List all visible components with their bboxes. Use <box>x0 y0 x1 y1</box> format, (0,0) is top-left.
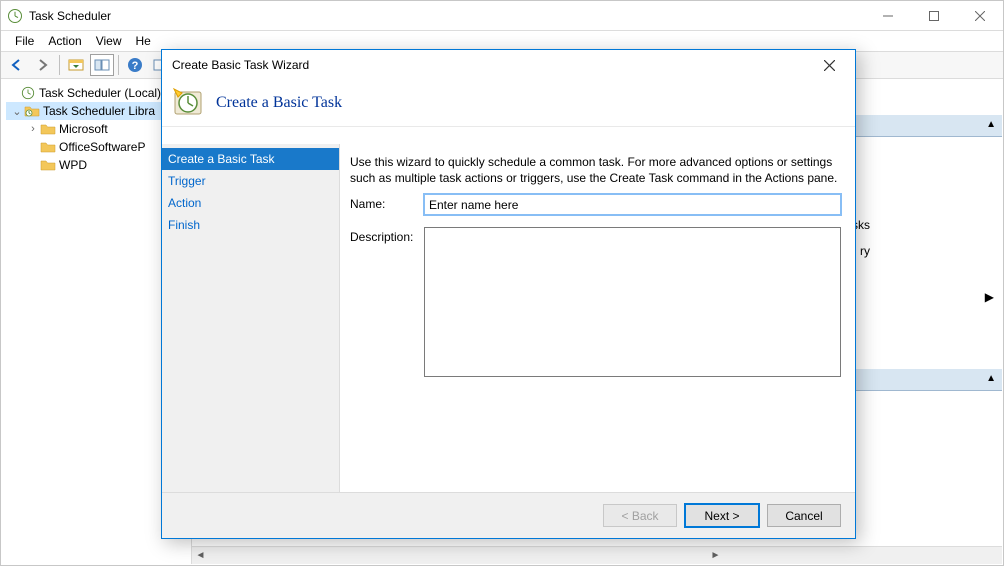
back-button: < Back <box>603 504 677 527</box>
menu-action[interactable]: Action <box>48 34 81 48</box>
library-folder-icon <box>24 103 40 119</box>
chevron-right-icon[interactable]: ▶ <box>985 290 994 304</box>
dialog-header: Create a Basic Task <box>162 80 855 126</box>
toolbar-show-hide-button[interactable] <box>64 54 88 76</box>
scroll-right-icon[interactable]: ► <box>707 547 724 564</box>
main-titlebar: Task Scheduler <box>1 1 1003 31</box>
menu-file[interactable]: File <box>15 34 34 48</box>
folder-icon <box>40 139 56 155</box>
step-action[interactable]: Action <box>162 192 339 214</box>
truncated-text: ry <box>860 244 870 258</box>
description-label: Description: <box>350 227 424 244</box>
menu-help[interactable]: He <box>136 34 151 48</box>
dialog-title: Create Basic Task Wizard <box>172 58 309 72</box>
expand-icon[interactable]: ⌄ <box>10 105 24 118</box>
horizontal-scrollbar[interactable]: ◄ ► <box>192 546 1002 564</box>
minimize-button[interactable] <box>865 1 911 31</box>
dialog-close-button[interactable] <box>809 51 849 79</box>
name-label: Name: <box>350 194 424 211</box>
tree-library-label: Task Scheduler Libra <box>43 104 155 118</box>
scroll-left-icon[interactable]: ◄ <box>192 547 209 564</box>
wizard-clock-icon <box>172 87 204 119</box>
step-trigger[interactable]: Trigger <box>162 170 339 192</box>
nav-back-button[interactable] <box>5 54 29 76</box>
close-button[interactable] <box>957 1 1003 31</box>
maximize-button[interactable] <box>911 1 957 31</box>
nav-forward-button[interactable] <box>31 54 55 76</box>
step-finish[interactable]: Finish <box>162 214 339 236</box>
chevron-up-icon: ▲ <box>986 119 996 130</box>
chevron-up-icon: ▲ <box>986 373 996 384</box>
actions-pane-subheader[interactable]: ▲ <box>847 369 1002 391</box>
toolbar-help-button[interactable]: ? <box>123 54 147 76</box>
tree-root-label: Task Scheduler (Local) <box>39 86 161 100</box>
folder-icon <box>40 157 56 173</box>
clock-icon <box>20 85 36 101</box>
wizard-intro-text: Use this wizard to quickly schedule a co… <box>350 154 841 186</box>
folder-icon <box>40 121 56 137</box>
dialog-footer: < Back Next > Cancel <box>162 492 855 538</box>
expand-icon[interactable]: › <box>26 123 40 135</box>
create-basic-task-wizard-dialog: Create Basic Task Wizard Create a Basic … <box>161 49 856 539</box>
wizard-form: Use this wizard to quickly schedule a co… <box>340 144 855 492</box>
next-button[interactable]: Next > <box>685 504 759 527</box>
toolbar-properties-button[interactable] <box>90 54 114 76</box>
menu-view[interactable]: View <box>96 34 122 48</box>
app-clock-icon <box>7 8 23 24</box>
main-title: Task Scheduler <box>29 9 111 23</box>
tree-item-label: WPD <box>59 158 87 172</box>
svg-text:?: ? <box>132 60 139 72</box>
actions-pane-header[interactable]: ▲ <box>847 115 1002 137</box>
tree-item-label: OfficeSoftwareP <box>59 140 145 154</box>
description-input[interactable] <box>424 227 841 377</box>
dialog-header-text: Create a Basic Task <box>216 94 342 112</box>
step-create-basic-task[interactable]: Create a Basic Task <box>162 148 339 170</box>
dialog-titlebar: Create Basic Task Wizard <box>162 50 855 80</box>
tree-item-label: Microsoft <box>59 122 108 136</box>
cancel-button[interactable]: Cancel <box>767 504 841 527</box>
name-input[interactable] <box>424 194 841 215</box>
menubar: File Action View He <box>1 31 1003 51</box>
wizard-steps: Create a Basic Task Trigger Action Finis… <box>162 144 340 492</box>
